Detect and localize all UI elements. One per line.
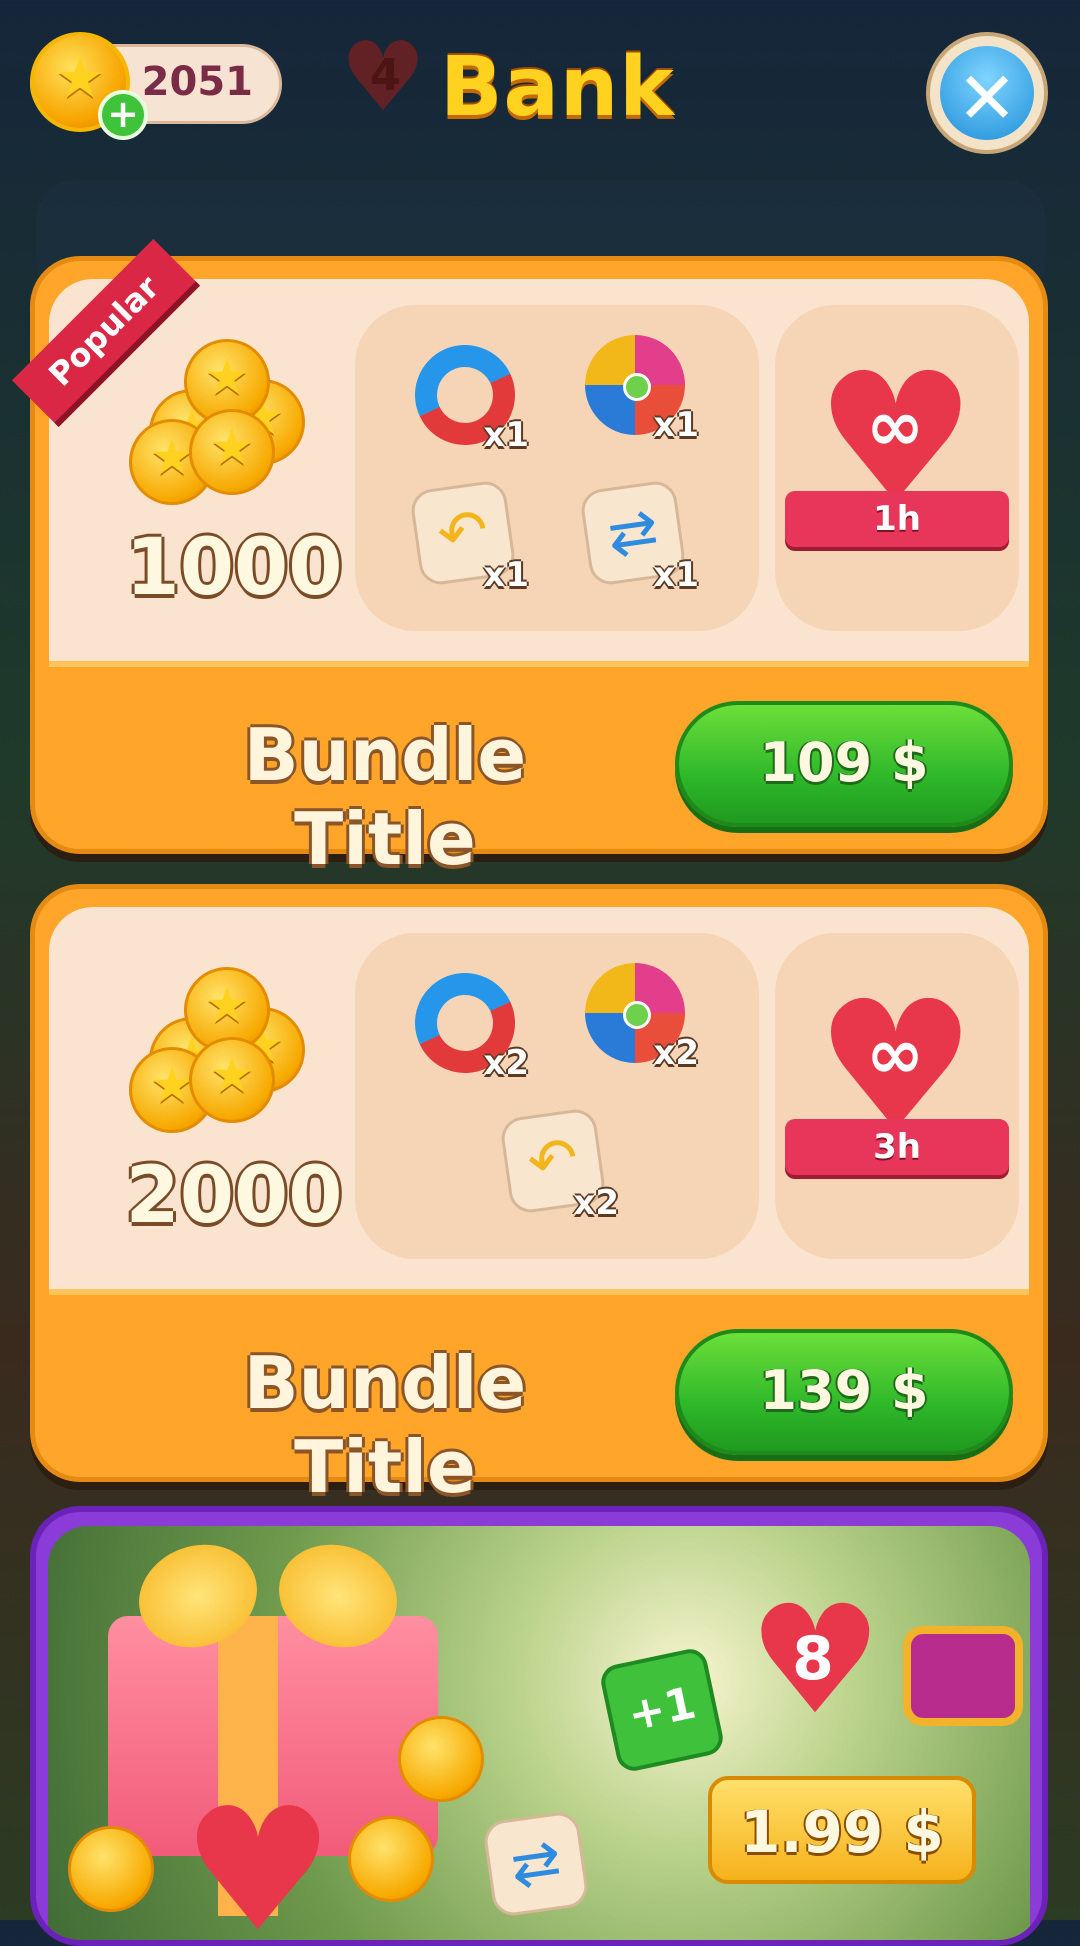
lives-count: 4 bbox=[370, 50, 401, 101]
offer-price: 1.99 $ bbox=[740, 1798, 944, 1866]
buy-button-price: 109 $ bbox=[759, 731, 929, 794]
pinwheel-icon: x1 bbox=[585, 335, 699, 445]
coin-icon bbox=[348, 1816, 434, 1902]
offer-buy-button[interactable]: 1.99 $ bbox=[708, 1776, 976, 1884]
infinity-icon: ∞ bbox=[865, 385, 925, 467]
infinity-icon: ∞ bbox=[865, 1013, 925, 1095]
bundle-title: Bundle Title bbox=[243, 1341, 527, 1509]
magnet-icon: x1 bbox=[400, 330, 530, 460]
magnet-icon: x2 bbox=[400, 958, 530, 1088]
booster-panel: x2 x2 ↶ x2 bbox=[355, 933, 759, 1259]
infinite-lives-panel: ♥ ∞ 1h bbox=[775, 305, 1019, 631]
offer-hearts-count: 8 bbox=[792, 1624, 834, 1694]
undo-icon: ↶ x1 bbox=[408, 478, 529, 595]
offer-scene: ♥ ⇄ +1 ♥ 8 1.99 $ bbox=[48, 1526, 1030, 1946]
coin-stack-icon bbox=[129, 339, 329, 505]
buy-button[interactable]: 109 $ bbox=[675, 701, 1013, 827]
infinite-lives-duration: 1h bbox=[785, 491, 1009, 547]
buy-button-price: 139 $ bbox=[759, 1359, 929, 1422]
page-title: Bank bbox=[440, 40, 675, 135]
bundle-card-1: 1000 x1 x1 ↶x1 ⇄x1 ♥ ∞ 1h Bundle Title 1… bbox=[30, 256, 1048, 881]
pinwheel-icon: x2 bbox=[585, 963, 699, 1073]
bundle-coin-amount: 2000 bbox=[125, 1151, 343, 1241]
buy-button[interactable]: 139 $ bbox=[675, 1329, 1013, 1455]
close-icon: ✕ bbox=[956, 56, 1018, 140]
infinite-lives-duration: 3h bbox=[785, 1119, 1009, 1175]
special-offer-card[interactable]: ♥ ⇄ +1 ♥ 8 1.99 $ bbox=[30, 1506, 1048, 1946]
gift-bow-icon bbox=[124, 1528, 412, 1664]
undo-icon: ↶ x2 bbox=[498, 1106, 619, 1223]
bundle-title: Bundle Title bbox=[243, 713, 527, 881]
bundle-card-2: 2000 x2 x2 ↶x2 ♥ ∞ 3h Bundle Title 139 $ bbox=[30, 884, 1048, 1509]
bundle-coin-amount: 1000 bbox=[125, 523, 343, 613]
add-coins-button[interactable]: + bbox=[98, 90, 148, 140]
coin-stack-icon bbox=[129, 967, 329, 1133]
infinite-lives-panel: ♥ ∞ 3h bbox=[775, 933, 1019, 1259]
coin-icon bbox=[68, 1826, 154, 1912]
booster-panel: x1 x1 ↶ x1 ⇄ x1 bbox=[355, 305, 759, 631]
infinite-heart-icon: ♥ bbox=[181, 1772, 335, 1946]
treasure-chest-icon bbox=[903, 1626, 1023, 1726]
coin-balance-value: 2051 bbox=[141, 59, 253, 105]
extra-move-badge: +1 bbox=[597, 1645, 727, 1775]
coin-icon bbox=[398, 1716, 484, 1802]
shuffle-icon: ⇄ x1 bbox=[578, 478, 699, 595]
close-button[interactable]: ✕ bbox=[926, 32, 1048, 154]
shuffle-icon: ⇄ bbox=[481, 1809, 591, 1919]
